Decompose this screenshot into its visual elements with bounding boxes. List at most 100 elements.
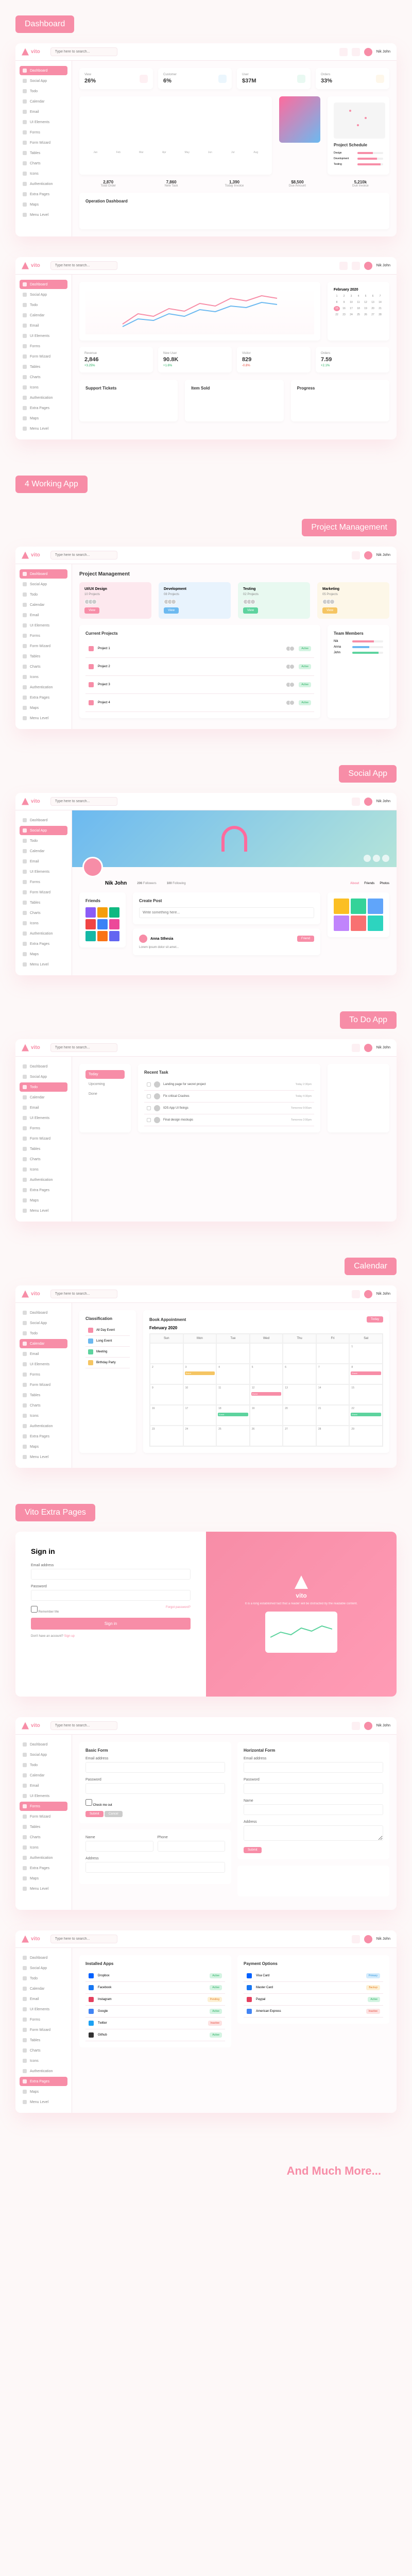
sidebar-item-todo[interactable]: Todo xyxy=(20,590,67,599)
sidebar-item-menu-level[interactable]: Menu Level xyxy=(20,210,67,219)
sidebar-item-icons[interactable]: Icons xyxy=(20,383,67,392)
cal-day[interactable]: 18 xyxy=(355,306,362,311)
search-input[interactable] xyxy=(50,1290,117,1298)
sidebar-item-extra-pages[interactable]: Extra Pages xyxy=(20,1185,67,1195)
sidebar-item-charts[interactable]: Charts xyxy=(20,1833,67,1842)
todo-nav-done[interactable]: Done xyxy=(85,1090,125,1098)
sidebar-item-forms[interactable]: Forms xyxy=(20,1370,67,1379)
sidebar-item-social-app[interactable]: Social App xyxy=(20,580,67,589)
cal-day[interactable]: 7 xyxy=(377,294,383,299)
project-row[interactable]: Project 4Active xyxy=(85,694,314,712)
checkbox-icon[interactable] xyxy=(147,1118,151,1122)
cal-cell[interactable] xyxy=(216,1343,250,1364)
profile-avatar[interactable] xyxy=(82,857,103,877)
cal-cell[interactable] xyxy=(316,1343,350,1364)
sidebar-item-form-wizard[interactable]: Form Wizard xyxy=(20,1134,67,1143)
cal-cell[interactable]: 1 xyxy=(349,1343,383,1364)
notification-icon[interactable] xyxy=(352,551,360,560)
cal-day[interactable]: 10 xyxy=(348,300,354,305)
search-input[interactable] xyxy=(50,551,117,560)
cal-day[interactable]: 28 xyxy=(377,312,383,317)
sidebar-item-todo[interactable]: Todo xyxy=(20,1760,67,1770)
feed-avatar[interactable] xyxy=(139,935,147,943)
email-input-2[interactable] xyxy=(244,1762,383,1773)
sidebar-item-extra-pages[interactable]: Extra Pages xyxy=(20,190,67,199)
sidebar-item-icons[interactable]: Icons xyxy=(20,672,67,682)
sidebar-item-dashboard[interactable]: Dashboard xyxy=(20,1062,67,1071)
cal-day[interactable]: 3 xyxy=(348,294,354,299)
sidebar-item-todo[interactable]: Todo xyxy=(20,836,67,845)
pm-card[interactable]: UI/UX Design10 ProjectsView xyxy=(79,582,151,619)
sidebar-item-dashboard[interactable]: Dashboard xyxy=(20,1953,67,1962)
phone-input[interactable] xyxy=(158,1841,226,1852)
tab-about[interactable]: About xyxy=(350,882,359,885)
cal-day[interactable]: 26 xyxy=(363,312,369,317)
payment-row[interactable]: PaypalActive xyxy=(244,1994,383,2006)
cal-cell[interactable]: 14 xyxy=(316,1384,350,1405)
cal-day[interactable]: 23 xyxy=(341,312,347,317)
sidebar-item-dashboard[interactable]: Dashboard xyxy=(20,569,67,579)
project-row[interactable]: Project 2Active xyxy=(85,658,314,676)
address-input[interactable] xyxy=(85,1862,225,1873)
email-input[interactable] xyxy=(85,1762,225,1773)
cal-day[interactable]: 1 xyxy=(334,294,340,299)
logo[interactable]: vito xyxy=(22,1936,40,1943)
sidebar-item-charts[interactable]: Charts xyxy=(20,1401,67,1410)
app-row[interactable]: GithubActive xyxy=(85,2029,225,2041)
sidebar-item-tables[interactable]: Tables xyxy=(20,1822,67,1832)
view-button[interactable]: View xyxy=(243,607,258,614)
cal-day[interactable]: 25 xyxy=(355,312,362,317)
cal-cell[interactable]: 27 xyxy=(283,1426,316,1446)
sidebar-item-icons[interactable]: Icons xyxy=(20,1411,67,1420)
classification-item[interactable]: All Day Event xyxy=(85,1325,130,1336)
password-input-2[interactable] xyxy=(244,1783,383,1794)
cal-day[interactable]: 4 xyxy=(355,294,362,299)
sidebar-item-menu-level[interactable]: Menu Level xyxy=(20,1452,67,1462)
social-ig-icon[interactable] xyxy=(382,855,389,862)
todo-nav-upcoming[interactable]: Upcoming xyxy=(85,1080,125,1089)
remember-checkbox[interactable]: Remember Me xyxy=(31,1606,59,1614)
cal-cell[interactable]: 18Event xyxy=(216,1405,250,1426)
todo-item[interactable]: IOS App UI fixingsTomorrow 9:00am xyxy=(144,1103,314,1114)
sidebar-item-form-wizard[interactable]: Form Wizard xyxy=(20,1812,67,1821)
sidebar-item-menu-level[interactable]: Menu Level xyxy=(20,1884,67,1893)
search-input[interactable] xyxy=(50,47,117,56)
sidebar-item-calendar[interactable]: Calendar xyxy=(20,311,67,320)
sidebar-item-maps[interactable]: Maps xyxy=(20,414,67,423)
sidebar-item-social-app[interactable]: Social App xyxy=(20,826,67,835)
logo[interactable]: vito xyxy=(22,552,40,559)
pm-card[interactable]: Testing02 ProjectsView xyxy=(238,582,310,619)
search-input[interactable] xyxy=(50,261,117,270)
classification-item[interactable]: Meeting xyxy=(85,1347,130,1358)
social-fb-icon[interactable] xyxy=(364,855,371,862)
sidebar-item-todo[interactable]: Todo xyxy=(20,1082,67,1092)
user-avatar[interactable] xyxy=(364,1044,372,1052)
sidebar-item-maps[interactable]: Maps xyxy=(20,1196,67,1205)
app-row[interactable]: TwitterInactive xyxy=(85,2018,225,2029)
sidebar-item-extra-pages[interactable]: Extra Pages xyxy=(20,2077,67,2086)
sidebar-item-dashboard[interactable]: Dashboard xyxy=(20,1740,67,1749)
sidebar-item-forms[interactable]: Forms xyxy=(20,1124,67,1133)
sidebar-item-social-app[interactable]: Social App xyxy=(20,1318,67,1328)
cal-cell[interactable]: 23 xyxy=(150,1426,183,1446)
sidebar-item-todo[interactable]: Todo xyxy=(20,300,67,310)
app-row[interactable]: FacebookActive xyxy=(85,1982,225,1994)
logo[interactable]: vito xyxy=(22,48,40,56)
user-avatar[interactable] xyxy=(364,262,372,270)
forgot-link[interactable]: Forgot password? xyxy=(166,1606,191,1614)
sidebar-item-todo[interactable]: Todo xyxy=(20,1974,67,1983)
sidebar-item-maps[interactable]: Maps xyxy=(20,1442,67,1451)
classification-item[interactable]: Long Event xyxy=(85,1336,130,1347)
sidebar-item-charts[interactable]: Charts xyxy=(20,908,67,918)
cal-day[interactable]: 17 xyxy=(348,306,354,311)
sidebar-item-dashboard[interactable]: Dashboard xyxy=(20,280,67,289)
sidebar-item-charts[interactable]: Charts xyxy=(20,662,67,671)
sidebar-item-email[interactable]: Email xyxy=(20,1781,67,1790)
signin-button[interactable]: Sign in xyxy=(31,1618,191,1630)
sidebar-item-menu-level[interactable]: Menu Level xyxy=(20,960,67,969)
search-input[interactable] xyxy=(50,1043,117,1052)
today-button[interactable]: Today xyxy=(367,1316,383,1323)
sidebar-item-icons[interactable]: Icons xyxy=(20,919,67,928)
cal-cell[interactable]: 15 xyxy=(349,1384,383,1405)
cal-cell[interactable]: 20 xyxy=(283,1405,316,1426)
